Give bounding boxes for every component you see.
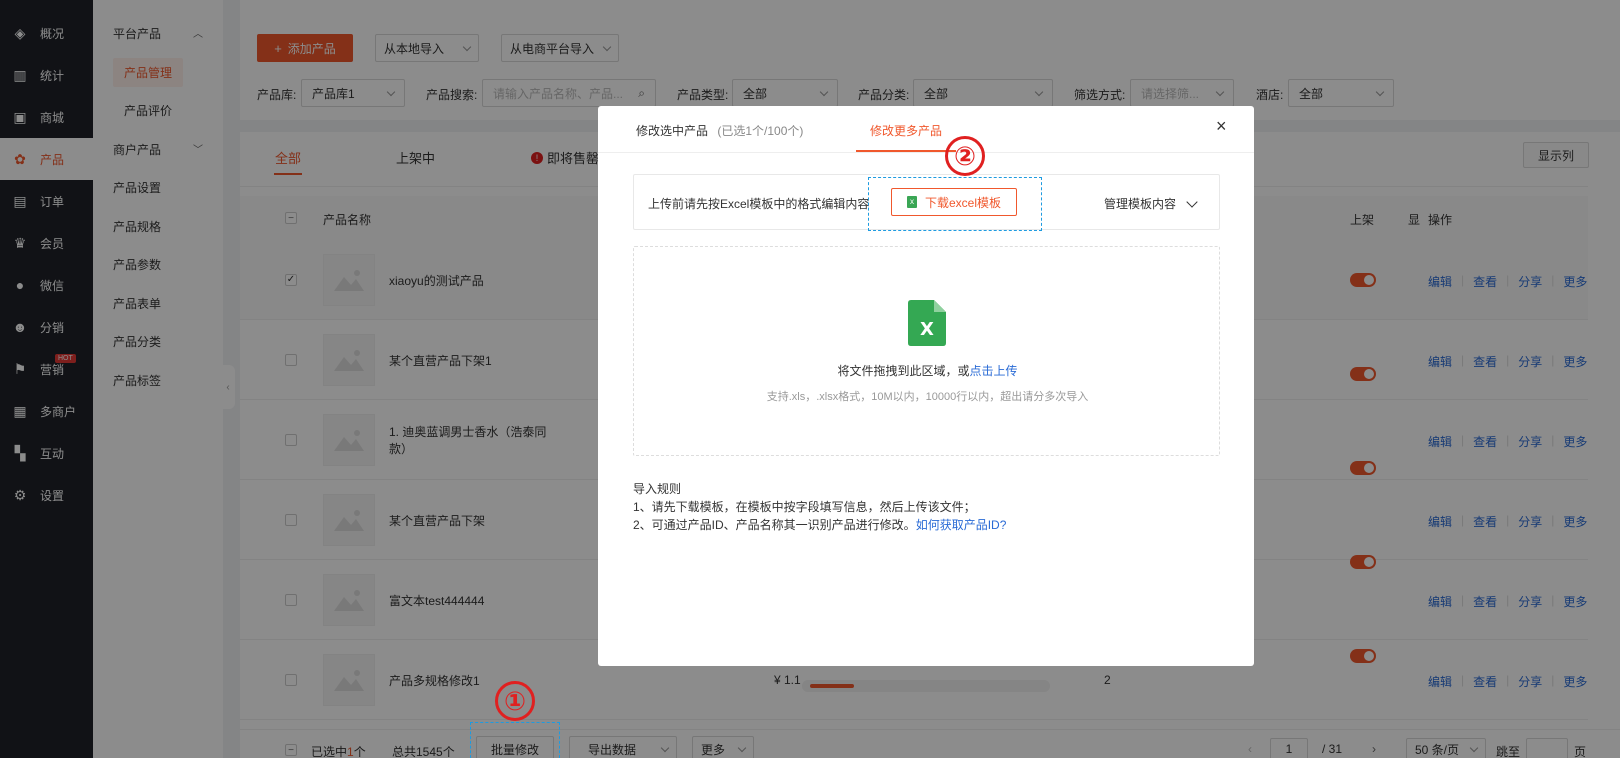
drop-text: 将文件拖拽到此区域，或点击上传 (634, 362, 1221, 379)
click-upload-link[interactable]: 点击上传 (970, 364, 1018, 378)
modal-tab-selected[interactable]: 修改选中产品 (已选1个/100个) (636, 122, 803, 139)
annotation-2: ② (945, 136, 985, 176)
modal-tab-more[interactable]: 修改更多产品 (870, 122, 942, 139)
batch-edit-modal: 修改选中产品 (已选1个/100个) 修改更多产品 × 上传前请先按Excel模… (598, 106, 1254, 666)
chevron-down-icon (1186, 195, 1198, 208)
modal-tab-selected-label: 修改选中产品 (636, 124, 709, 138)
excel-file-icon: X (908, 300, 946, 346)
rule-2-text: 2、可通过产品ID、产品名称其一识别产品进行修改。 (633, 518, 916, 532)
rules-title: 导入规则 (633, 482, 682, 496)
modal-tab-selected-note: (已选1个/100个) (717, 124, 804, 138)
drop-hint: 支持.xls，.xlsx格式，10M以内，10000行以内，超出请分多次导入 (766, 391, 1089, 403)
rule-2: 2、可通过产品ID、产品名称其一识别产品进行修改。如何获取产品ID? (633, 516, 1006, 533)
manage-template-toggle[interactable]: 管理模板内容 (1104, 195, 1198, 212)
highlight-batch-annotation (470, 722, 560, 758)
modal-divider (598, 152, 1254, 153)
svg-text:X: X (920, 319, 934, 340)
manage-template-label: 管理模板内容 (1104, 197, 1177, 211)
drop-text-main: 将文件拖拽到此区域，或 (837, 364, 970, 378)
close-icon[interactable]: × (1216, 116, 1227, 137)
annotation-1: ① (495, 681, 535, 721)
how-get-id-link[interactable]: 如何获取产品ID? (916, 518, 1007, 532)
upload-drop-zone[interactable]: X 将文件拖拽到此区域，或点击上传 支持.xls，.xlsx格式，10M以内，1… (633, 246, 1220, 456)
rule-1: 1、请先下载模板，在模板中按字段填写信息，然后上传该文件； (633, 500, 976, 514)
template-notice-text: 上传前请先按Excel模板中的格式编辑内容 (648, 197, 870, 211)
highlight-download-annotation (868, 177, 1042, 231)
